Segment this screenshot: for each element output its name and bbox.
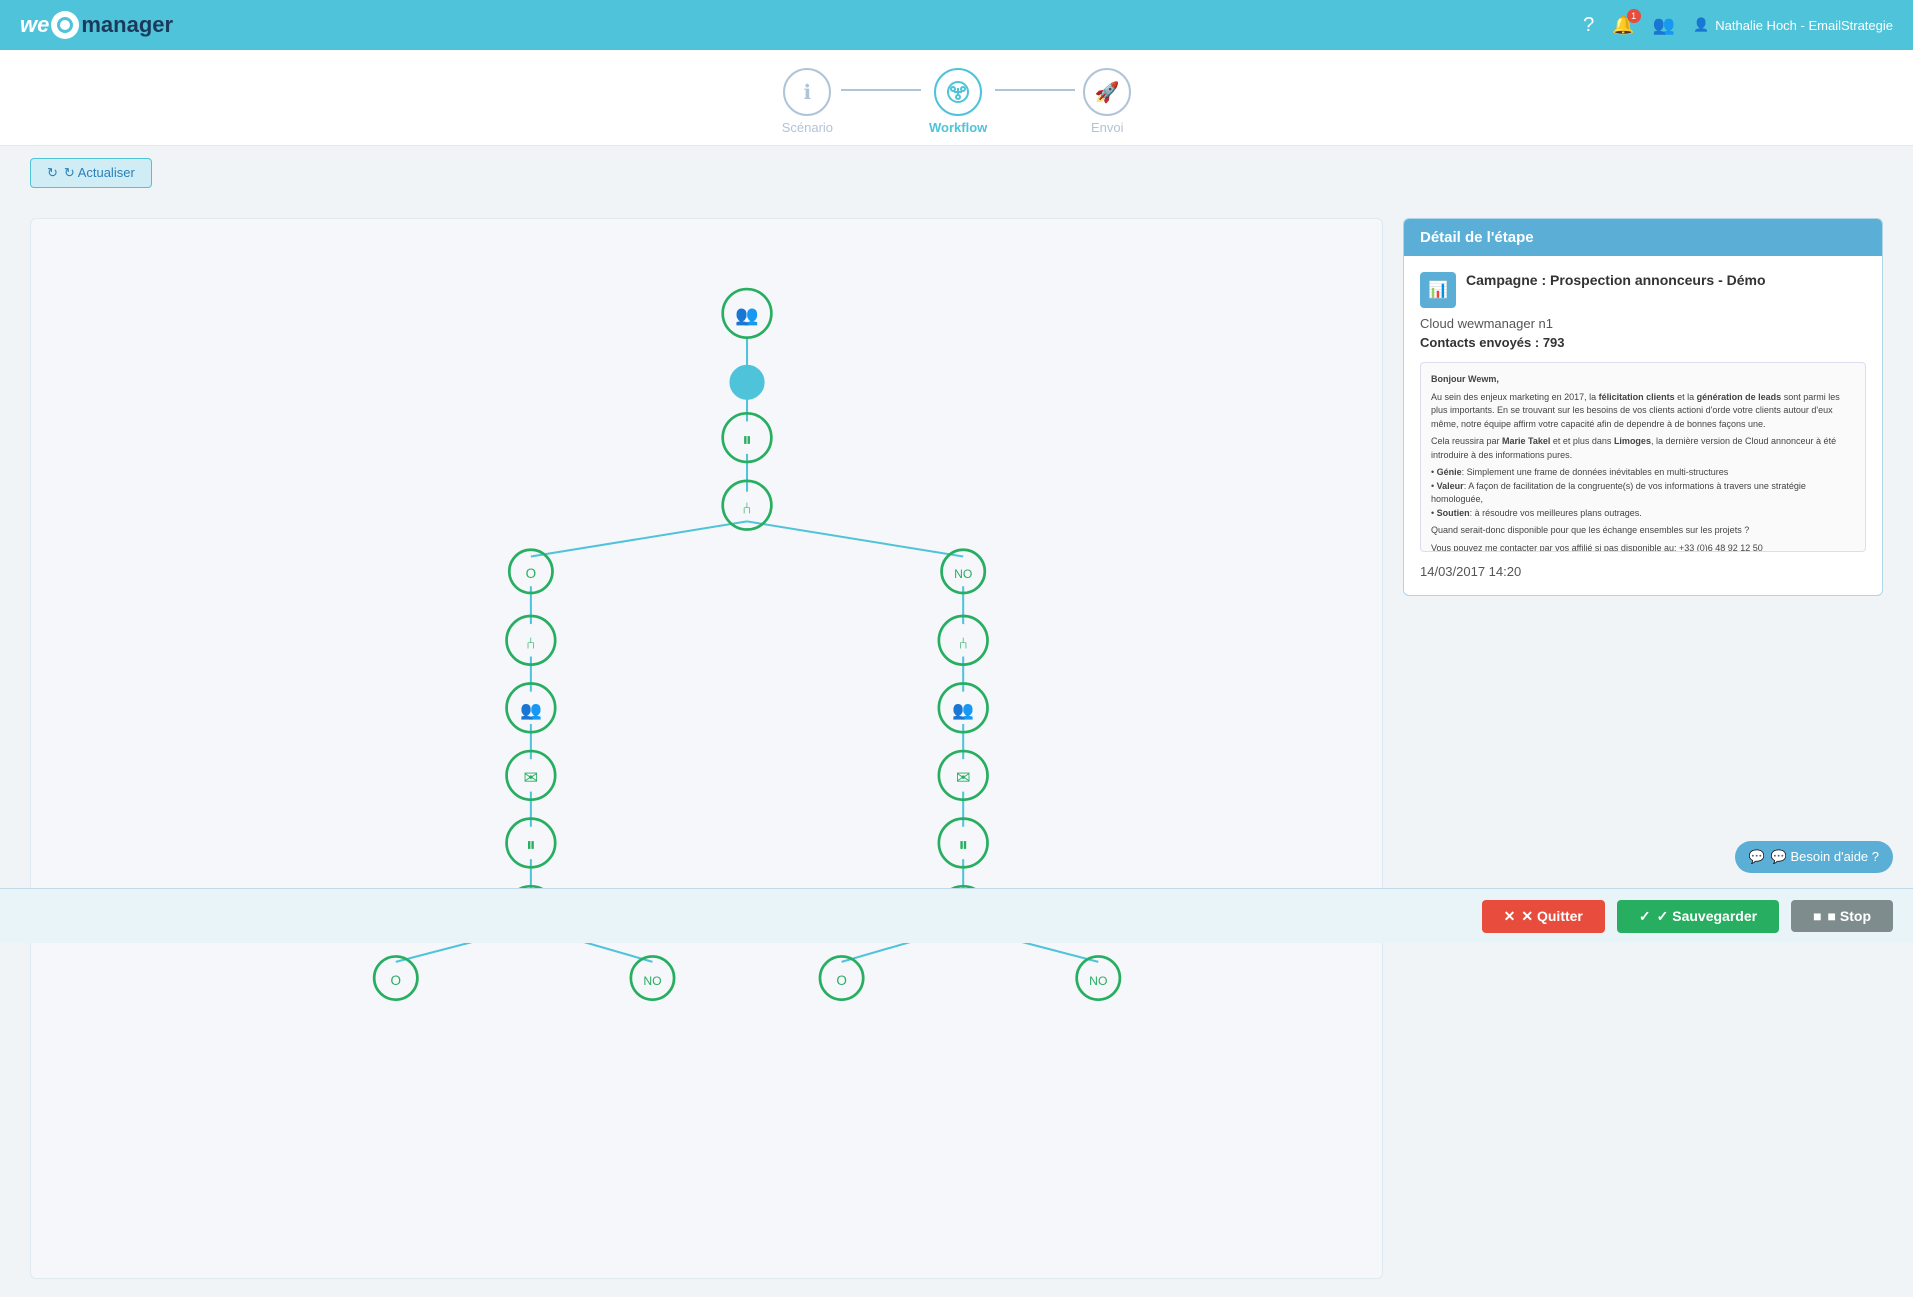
detail-cloud: Cloud wewmanager n1 <box>1420 316 1866 331</box>
main-content: 👥 ⏸ ⑃ O NO ⑃ ⑃ 👥 <box>0 200 1913 1297</box>
svg-text:👥: 👥 <box>520 700 542 720</box>
svg-text:⑃: ⑃ <box>742 499 752 517</box>
wizard-line-1 <box>841 89 921 91</box>
campaign-separator: : <box>1541 272 1550 288</box>
logo-circle-inner <box>57 17 73 33</box>
wizard-icon-scenario: ℹ <box>783 68 831 116</box>
header-right: ? 🔔 1 👥 👤 Nathalie Hoch - EmailStrategie <box>1583 14 1893 37</box>
quit-button[interactable]: ✕ ✕ Quitter <box>1482 900 1605 933</box>
svg-text:👥: 👥 <box>735 305 759 326</box>
workflow-svg: 👥 ⏸ ⑃ O NO ⑃ ⑃ 👥 <box>31 219 1382 1278</box>
svg-text:NO: NO <box>954 567 972 581</box>
refresh-icon: ↻ <box>47 165 58 181</box>
save-label: ✓ Sauvegarder <box>1657 908 1757 925</box>
svg-text:👥: 👥 <box>952 700 974 720</box>
users-icon[interactable]: 👥 <box>1653 15 1675 36</box>
notifications-icon[interactable]: 🔔 1 <box>1612 15 1634 36</box>
svg-text:⑃: ⑃ <box>526 634 536 652</box>
detail-contacts: Contacts envoyés : 793 <box>1420 335 1866 350</box>
campaign-label: Campagne <box>1466 272 1538 288</box>
wizard-step-envoi[interactable]: 🚀 Envoi <box>1083 68 1131 135</box>
svg-text:⏸: ⏸ <box>742 430 751 451</box>
svg-text:⏸: ⏸ <box>526 835 535 856</box>
logo-circle <box>51 11 79 39</box>
detail-panel-body: 📊 Campagne : Prospection annonceurs - Dé… <box>1404 256 1882 595</box>
wizard-label-workflow: Workflow <box>929 120 987 135</box>
quit-icon: ✕ <box>1504 908 1516 925</box>
refresh-button[interactable]: ↻ ↻ Actualiser <box>30 158 152 188</box>
contacts-label: Contacts envoyés : <box>1420 335 1539 350</box>
wizard-label-envoi: Envoi <box>1091 120 1124 135</box>
wizard-icon-workflow <box>934 68 982 116</box>
svg-text:✉: ✉ <box>956 768 971 788</box>
svg-text:⏸: ⏸ <box>958 835 967 856</box>
campaign-title: Campagne : Prospection annonceurs - Démo <box>1466 272 1766 288</box>
logo-manager: manager <box>81 12 173 38</box>
email-greeting: Bonjour Wewm, <box>1431 373 1855 387</box>
refresh-label: ↻ Actualiser <box>64 165 135 181</box>
help-label: 💬 Besoin d'aide ? <box>1771 849 1879 865</box>
campaign-name: Prospection annonceurs - Démo <box>1550 272 1765 288</box>
footer: ✕ ✕ Quitter ✓ ✓ Sauvegarder ■ ■ Stop <box>0 888 1913 943</box>
email-body-p4: Vous pouvez me contacter par vos affilié… <box>1431 542 1855 553</box>
svg-text:⑃: ⑃ <box>958 634 968 652</box>
user-name: Nathalie Hoch - EmailStrategie <box>1715 18 1893 33</box>
logo-we: we <box>20 12 49 38</box>
stop-icon: ■ <box>1813 908 1821 924</box>
detail-date: 14/03/2017 14:20 <box>1420 564 1866 579</box>
email-body-p3: Quand serait-donc disponible pour que le… <box>1431 524 1855 538</box>
notif-badge: 1 <box>1627 9 1641 23</box>
detail-panel: Détail de l'étape 📊 Campagne : Prospecti… <box>1403 218 1883 596</box>
email-body-list: • Génie: Simplement une frame de données… <box>1431 466 1855 520</box>
detail-campaign-row: 📊 Campagne : Prospection annonceurs - Dé… <box>1420 272 1866 308</box>
stop-button[interactable]: ■ ■ Stop <box>1791 900 1893 932</box>
svg-text:✉: ✉ <box>524 768 539 788</box>
stop-label: ■ Stop <box>1828 908 1871 924</box>
email-body-p2: Cela reussira par Marie Takel et et plus… <box>1431 435 1855 462</box>
svg-text:O: O <box>836 973 847 988</box>
wizard: ℹ Scénario Workflow 🚀 Envoi <box>0 50 1913 146</box>
email-preview: Bonjour Wewm, Au sein des enjeux marketi… <box>1420 362 1866 552</box>
detail-panel-header: Détail de l'étape <box>1404 219 1882 256</box>
wizard-step-workflow[interactable]: Workflow <box>929 68 987 135</box>
help-icon[interactable]: ? <box>1583 14 1594 37</box>
user-info: 👤 Nathalie Hoch - EmailStrategie <box>1693 17 1893 33</box>
save-icon: ✓ <box>1639 908 1651 925</box>
detail-title: Détail de l'étape <box>1420 229 1534 246</box>
svg-text:O: O <box>391 973 402 988</box>
svg-text:O: O <box>526 566 537 581</box>
svg-text:NO: NO <box>1089 974 1107 988</box>
contacts-count: 793 <box>1543 335 1565 350</box>
wizard-step-scenario[interactable]: ℹ Scénario <box>782 68 833 135</box>
wizard-icon-envoi: 🚀 <box>1083 68 1131 116</box>
quit-label: ✕ Quitter <box>1521 908 1583 925</box>
email-body-p1: Au sein des enjeux marketing en 2017, la… <box>1431 391 1855 432</box>
campaign-chart-icon: 📊 <box>1420 272 1456 308</box>
svg-text:NO: NO <box>643 974 661 988</box>
header: we manager ? 🔔 1 👥 👤 Nathalie Hoch - Ema… <box>0 0 1913 50</box>
workflow-canvas[interactable]: 👥 ⏸ ⑃ O NO ⑃ ⑃ 👥 <box>30 218 1383 1279</box>
save-button[interactable]: ✓ ✓ Sauvegarder <box>1617 900 1779 933</box>
wizard-label-scenario: Scénario <box>782 120 833 135</box>
chat-icon: 💬 <box>1749 849 1765 865</box>
help-bubble[interactable]: 💬 💬 Besoin d'aide ? <box>1735 841 1893 873</box>
wizard-line-2 <box>995 89 1075 91</box>
user-avatar-icon: 👤 <box>1693 17 1709 33</box>
logo: we manager <box>20 11 173 39</box>
